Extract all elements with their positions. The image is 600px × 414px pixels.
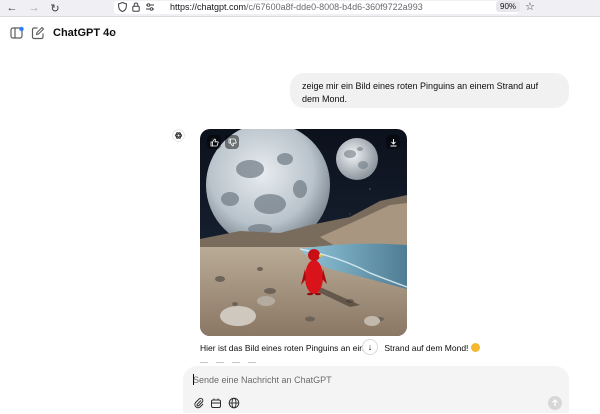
tools-icon[interactable] [210,396,222,408]
attach-icon[interactable] [193,396,205,409]
url-host: https://chatgpt.com [170,2,247,12]
thumbs-up-icon[interactable] [207,135,221,149]
reload-icon[interactable]: ↻ [47,0,63,16]
assistant-text-part-2: Strand auf dem Mond! [381,343,471,353]
assistant-text-part-1: Hier ist das Bild eines roten Pinguins a… [200,343,364,353]
user-message: zeige mir ein Bild eines roten Pinguins … [290,73,569,108]
url-text[interactable]: https://chatgpt.com/c/67600a8f-dde0-8008… [170,2,423,12]
generated-image[interactable] [200,129,407,336]
back-icon[interactable]: ← [4,0,20,16]
browser-toolbar: ← → ↻ https://chatgpt.com/c/67600a8f-dde… [0,0,600,17]
model-selector[interactable]: ChatGPT 4o [53,27,116,39]
text-caret [193,374,194,385]
penguin-moon-image [200,129,407,336]
send-button[interactable] [548,396,562,410]
arrow-up-icon [552,399,558,406]
user-message-text: zeige mir ein Bild eines roten Pinguins … [302,81,539,104]
address-bar[interactable]: https://chatgpt.com/c/67600a8f-dde0-8008… [114,1,519,14]
globe-icon[interactable] [228,396,240,409]
forward-icon[interactable]: → [26,0,42,16]
bookmark-star-icon[interactable]: ☆ [525,0,535,13]
url-path: /c/67600a8f-dde0-8008-b4d6-360f9722a993 [246,2,423,12]
chevron-down-icon[interactable]: ⌄ [110,27,118,38]
smiley-emoji-icon [470,343,480,352]
scroll-to-bottom-button[interactable]: ↓ [362,339,378,355]
new-chat-icon[interactable] [31,26,45,40]
message-input[interactable] [193,373,533,387]
zoom-badge[interactable]: 90% [496,1,521,12]
shield-icon[interactable] [117,1,128,14]
lock-icon[interactable] [132,2,140,14]
thumbs-down-icon[interactable] [225,135,239,149]
download-icon[interactable] [386,135,400,149]
arrow-down-icon: ↓ [367,342,373,352]
openai-logo-icon [172,129,185,142]
app-header: ChatGPT 4o ⌄ [0,17,600,51]
assistant-message-text: Hier ist das Bild eines roten Pinguins a… [200,343,560,354]
permissions-icon[interactable] [145,2,155,14]
message-composer [183,366,569,413]
sidebar-toggle-icon[interactable] [10,26,24,40]
